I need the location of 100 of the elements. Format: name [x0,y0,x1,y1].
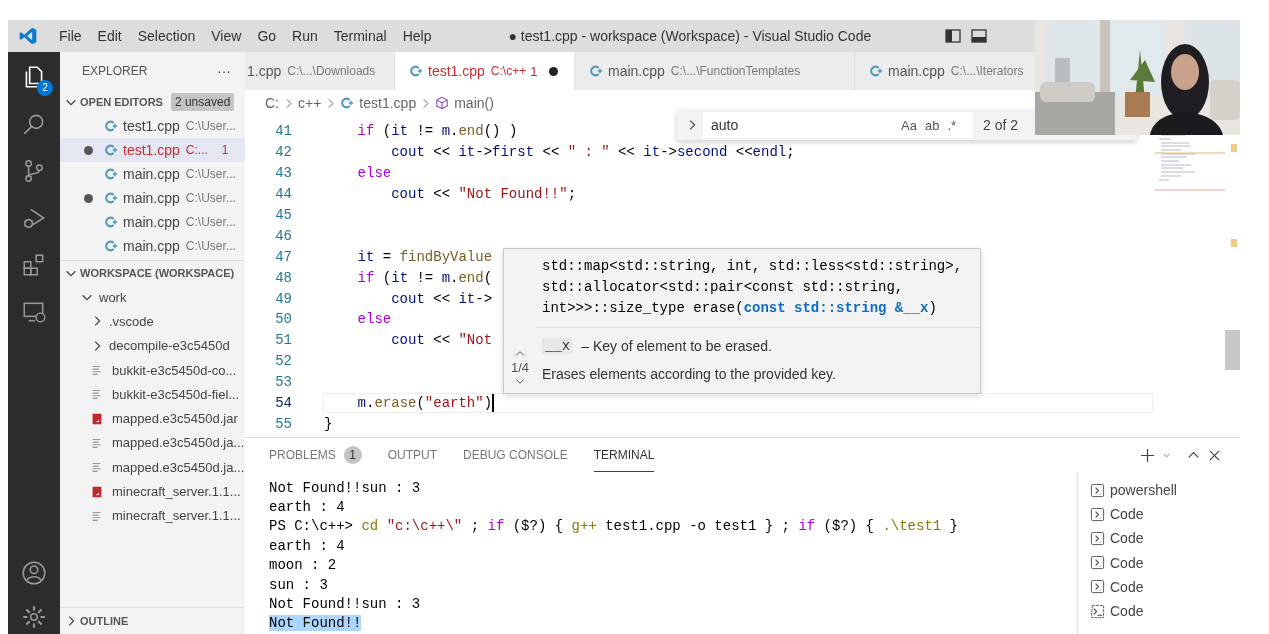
sidebar-title: EXPLORER [82,64,148,78]
cpp-file-icon [104,167,118,181]
terminal-icon [1090,579,1105,595]
tree-item[interactable]: .vscode [60,309,245,334]
jar-file-icon [90,411,104,426]
terminal-icon [1090,482,1105,498]
parameter-name: __x [542,338,574,354]
code-line: cout << "Not [390,332,493,349]
terminal-line: earth : 4 [269,537,345,554]
breadcrumb-item[interactable]: c++ [298,95,322,111]
terminal-list-item[interactable]: Code [1090,526,1240,551]
breadcrumb-item[interactable]: main() [454,95,494,111]
find-option-toggle[interactable]: .* [947,117,957,133]
menu-item[interactable]: Terminal [326,24,396,48]
panel-tab[interactable]: OUTPUT [387,438,438,472]
overview-ruler-mark [1231,239,1237,247]
line-number: 53 [274,374,292,391]
open-editor-item[interactable]: test1.cpp C:... 1 [60,138,245,162]
section-header[interactable]: OUTLINE [80,615,129,627]
open-editor-item[interactable]: main.cpp C:\User... [60,186,245,210]
line-number: 52 [274,353,292,370]
unsaved-badge: 2 unsaved [170,93,235,111]
line-number: 43 [274,165,292,182]
plus-icon[interactable] [1140,447,1155,463]
code-line: cout << "Not Found!!"; [390,186,577,203]
menu-item[interactable]: Run [285,24,327,48]
code-line: } [324,415,333,432]
panel-tab[interactable]: DEBUG CONSOLE [463,438,568,472]
code-line: m.erase("earth") [356,395,493,411]
terminal-list-item[interactable]: powershell [1090,478,1240,503]
terminal-list-item[interactable]: Code [1090,574,1240,599]
terminal-list-item[interactable]: Code [1090,502,1240,527]
menu-item[interactable]: File [52,24,91,48]
notification-badge: 2 [37,80,53,96]
terminal-line: PS C:\c++> cd "c:\c++\" ; if ($?) { g++ test1.cpp -o test1 } ; if ($?) { .\test1 } [269,518,959,535]
tree-item[interactable]: minecraft_server.1.1... [60,479,245,504]
more-actions-button[interactable]: ··· [217,63,231,79]
code-line: cout << it-> [390,290,493,307]
terminal-icon [1090,555,1105,571]
panel-tab[interactable]: TERMINAL [593,438,655,472]
code-line: it = findByValue [356,248,493,265]
line-number: 42 [274,144,292,161]
terminal-line: sun : 3 [269,576,328,593]
account-icon[interactable] [21,560,47,586]
toggle-sidebar-icon[interactable] [945,28,962,44]
terminal-line: Not Found!!sun : 3 [269,596,421,613]
find-input[interactable]: auto Aa ab .* [703,112,973,138]
editor-tab[interactable]: test1.cpp C:\c++ 1 [395,52,575,90]
scrollbar-thumb[interactable] [1225,330,1240,370]
terminal-line: Not Found!!sun : 3 [269,479,421,496]
line-number: 47 [274,248,292,265]
cpp-file-icon [340,96,355,110]
terminal-line: moon : 2 [269,557,337,574]
find-option-toggle[interactable]: ab [924,117,940,133]
menu-item[interactable]: Edit [90,24,131,48]
open-editor-item[interactable]: main.cpp C:\User... [60,234,245,258]
cpp-file-icon [104,143,118,157]
terminal-icon [1090,530,1105,546]
tree-item[interactable]: mapped.e3c5450d.jar [60,406,245,431]
window-title: ● test1.cpp - workspace (Workspace) - Visual Studio Code [508,28,872,44]
terminal-list-item[interactable]: Code [1090,598,1240,624]
open-editor-item[interactable]: main.cpp C:\User... [60,162,245,186]
breadcrumb-item[interactable]: C: [265,95,279,111]
tree-item[interactable]: work [60,285,245,310]
line-number: 41 [274,123,292,140]
code-line: cout << it->first << " : " << it->second <<endl; [390,144,795,161]
cpp-file-icon [104,191,118,205]
tree-item[interactable]: bukkit-e3c5450d-fiel... [60,382,245,407]
menu-item[interactable]: Go [250,24,286,48]
code-line: if (it != m.end() ) [356,123,518,140]
tree-item[interactable]: decompile-e3c5450d [60,333,245,358]
menu-item[interactable]: Selection [130,24,205,48]
section-header[interactable]: OPEN EDITORS [80,96,163,108]
menu-item[interactable]: Help [395,24,441,48]
tree-item[interactable]: minecraft_server.1.1... [60,503,245,528]
terminal-list-item[interactable]: Code [1090,550,1240,575]
cpp-file-icon [104,119,118,133]
editor-tab[interactable]: main.cpp C:\...\FunctionTemplates [575,52,855,90]
terminal-line: earth : 4 [269,499,345,516]
line-number: 49 [274,290,292,307]
tree-item[interactable]: mapped.e3c5450d.ja... [60,430,245,456]
line-number: 50 [274,311,292,328]
breadcrumb-item[interactable]: test1.cpp [359,95,417,111]
section-header[interactable]: WORKSPACE (WORKSPACE) [80,267,235,279]
find-option-toggle[interactable]: Aa [901,117,917,133]
toggle-panel-icon[interactable] [971,28,988,44]
open-editor-item[interactable]: main.cpp C:\User... [60,210,245,234]
line-number: 44 [274,186,292,203]
open-editor-item[interactable]: test1.cpp C:\User... [60,114,245,138]
settings-icon[interactable] [21,604,47,630]
signature-line: std::allocator<std::pair<const std::string, [542,278,905,297]
menu-item[interactable]: View [204,24,251,48]
vscode-logo-icon [18,26,38,46]
tree-item[interactable]: mapped.e3c5450d.ja... [60,455,245,480]
match-count: 2 of 2 [983,117,1019,133]
line-number: 54 [274,395,292,411]
line-number: 48 [274,269,292,286]
jar-file-icon [90,484,104,499]
panel-tab[interactable]: PROBLEMS 1 [269,438,362,472]
tree-item[interactable]: bukkit-e3c5450d-co... [60,357,245,383]
